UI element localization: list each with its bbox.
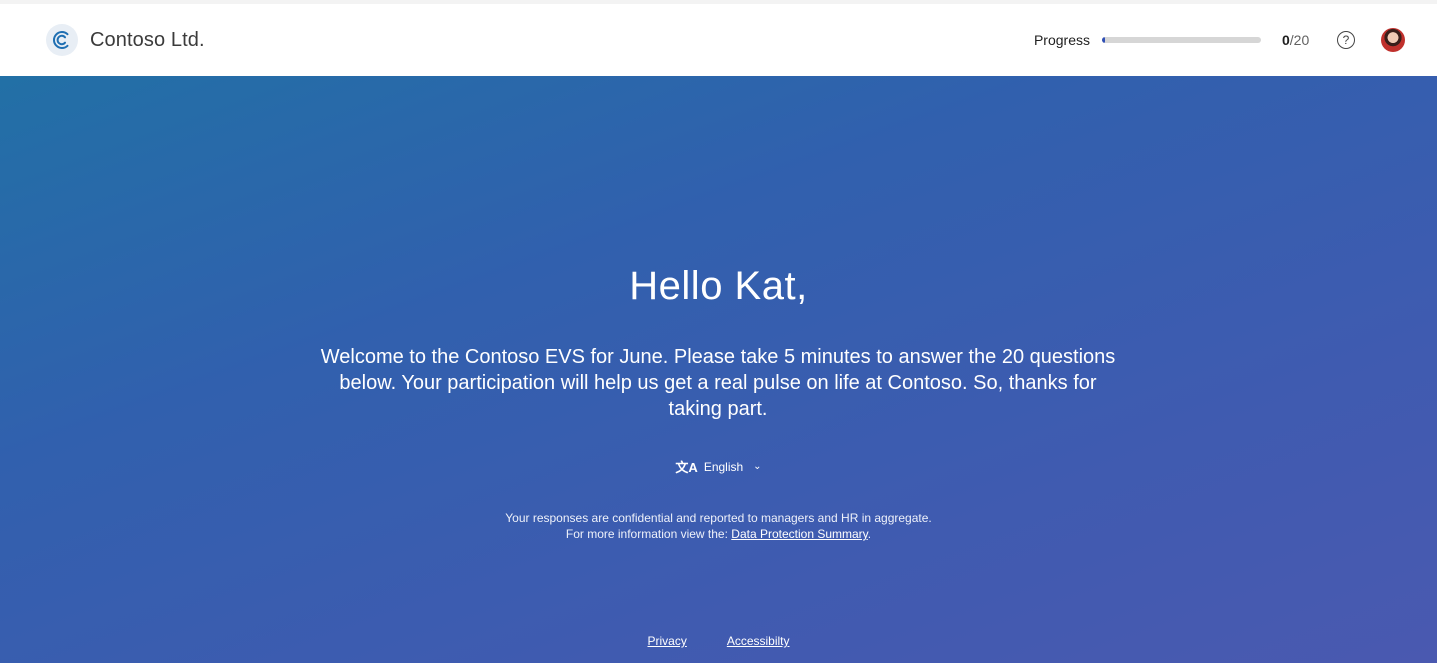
brand[interactable]: Contoso Ltd.	[46, 24, 205, 56]
notice-line-1: Your responses are confidential and repo…	[505, 511, 932, 525]
accessibility-link[interactable]: Accessibilty	[727, 634, 790, 648]
chevron-down-icon: ⌄	[753, 461, 762, 472]
greeting-heading: Hello Kat,	[629, 264, 808, 308]
privacy-link[interactable]: Privacy	[647, 634, 686, 648]
contoso-logo-icon	[46, 24, 78, 56]
header-right: Progress 0/20 ?	[1034, 28, 1405, 52]
progress-count: 0/20	[1282, 32, 1314, 48]
data-protection-link[interactable]: Data Protection Summary	[731, 527, 868, 541]
intro-text: Welcome to the Contoso EVS for June. Ple…	[320, 346, 1116, 420]
confidentiality-notice: Your responses are confidential and repo…	[0, 510, 1437, 542]
footer-links: Privacy Accessibilty	[0, 634, 1437, 648]
language-label: English	[703, 459, 744, 474]
notice-suffix: .	[867, 527, 872, 541]
help-icon[interactable]: ?	[1337, 31, 1355, 49]
notice-prefix: For more information view the:	[565, 527, 732, 541]
progress-bar	[1102, 37, 1261, 43]
welcome-hero: Hello Kat, Welcome to the Contoso EVS fo…	[0, 76, 1437, 663]
top-bar: Contoso Ltd. Progress 0/20 ?	[0, 4, 1437, 76]
progress-current: 0	[1282, 32, 1290, 48]
notice-line-2: For more information view the: Data Prot…	[0, 526, 1437, 542]
progress-bar-fill	[1102, 37, 1106, 43]
translate-icon: 文A	[675, 460, 698, 475]
language-selector[interactable]: 文A English ⌄	[0, 457, 1437, 476]
survey-page: Contoso Ltd. Progress 0/20 ? Hello Kat, …	[0, 0, 1437, 663]
progress-total: /20	[1289, 32, 1310, 48]
progress-label: Progress	[1033, 32, 1090, 48]
brand-name: Contoso Ltd.	[90, 28, 205, 51]
user-avatar[interactable]	[1381, 28, 1405, 52]
